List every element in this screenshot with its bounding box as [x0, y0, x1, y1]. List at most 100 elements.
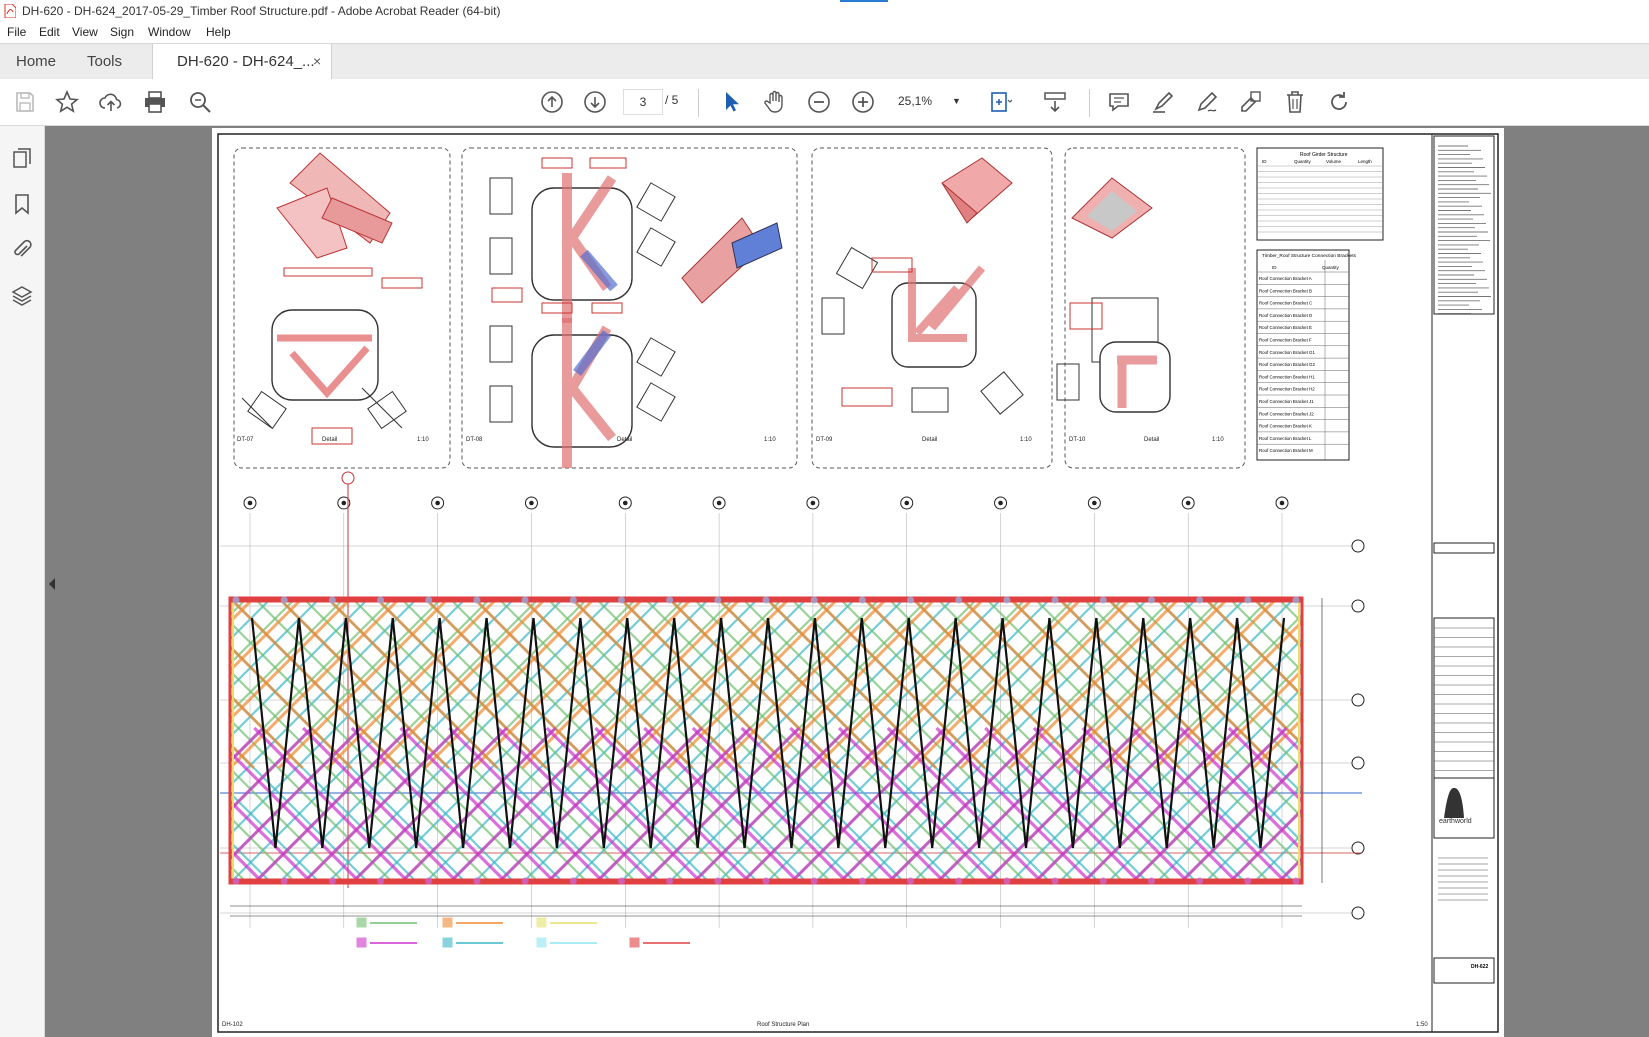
zoom-in-button[interactable] [848, 87, 878, 117]
schedule-header: ID [1262, 159, 1267, 164]
draw-button[interactable] [1192, 87, 1222, 117]
zoom-level-value: 25,1% [898, 94, 933, 108]
schedule-header: Quantity [1294, 159, 1312, 164]
zoom-search-icon [190, 92, 211, 113]
bracket-name: Roof Connection Bracket E [1259, 325, 1312, 330]
previous-page-button[interactable] [537, 87, 567, 117]
comment-button[interactable] [1104, 87, 1134, 117]
grid-bubble-dot [247, 500, 253, 506]
chevron-down-icon: ▼ [952, 96, 961, 106]
collapse-panel-icon[interactable] [49, 578, 55, 590]
cloud-upload-icon [99, 93, 122, 111]
hand-icon [764, 90, 783, 113]
detail-id: DT-09 [816, 437, 833, 443]
sheet-number: DH-622 [1471, 964, 1488, 970]
menu-window[interactable]: Window [148, 25, 191, 39]
detail-id: DT-10 [1069, 437, 1086, 443]
stamp-button[interactable] [1236, 87, 1266, 117]
beam-node [810, 596, 818, 604]
beam-node [617, 877, 625, 885]
printer-icon [145, 91, 165, 113]
upload-button[interactable] [96, 87, 126, 117]
scroll-mode-icon [1044, 92, 1066, 113]
beam-node [328, 877, 336, 885]
page-thumbnails-icon[interactable] [10, 146, 34, 170]
pdf-page: DT-07 Detail 1:10 DT-08 Detail 1:10 DT-0… [212, 128, 1504, 1037]
tab-tools[interactable]: Tools [87, 44, 122, 79]
menu-view[interactable]: View [72, 25, 98, 39]
legend-swatch [442, 937, 453, 948]
beam-node [1147, 596, 1155, 604]
schedule-header: ID [1272, 265, 1277, 270]
connection-bracket-schedule: Timber_Roof Structure Connection Bracket… [1256, 249, 1357, 461]
beam-node [955, 877, 963, 885]
delete-button[interactable] [1280, 87, 1310, 117]
legend-swatch [356, 937, 367, 948]
grid-bubble-dot [1092, 500, 1097, 506]
zoom-out-button[interactable] [804, 87, 834, 117]
beam-node [955, 596, 963, 604]
grid-bubble [1351, 539, 1365, 553]
lattice-beam [212, 728, 214, 883]
layers-icon[interactable] [10, 284, 34, 308]
beam-node [666, 877, 674, 885]
beam-node [328, 596, 336, 604]
zoom-in-icon [852, 91, 874, 113]
firm-logo-text: earthworld [1439, 818, 1472, 825]
next-page-button[interactable] [580, 87, 610, 117]
grid-bubble-dot [1279, 500, 1285, 506]
page-number-input[interactable]: 3 [623, 89, 663, 115]
toolbar: 3 / 5 25,1% ▼ [0, 79, 1649, 126]
drawing-sheet: DT-07 Detail 1:10 DT-08 Detail 1:10 DT-0… [212, 133, 1499, 1033]
toolbar-divider [1089, 89, 1090, 117]
menu-file[interactable]: File [7, 25, 26, 39]
bookmark-icon[interactable] [10, 192, 34, 216]
bookmark-star-button[interactable] [52, 87, 82, 117]
beam-node [762, 596, 770, 604]
legend-swatch [442, 917, 453, 928]
select-tool-button[interactable] [716, 87, 746, 117]
beam-node [858, 596, 866, 604]
menu-sign[interactable]: Sign [110, 25, 134, 39]
save-button[interactable] [10, 87, 40, 117]
grid-bubble [1351, 841, 1365, 855]
star-icon [55, 89, 79, 113]
beam-node [1003, 877, 1011, 885]
toolbar-divider [698, 89, 699, 117]
menu-help[interactable]: Help [206, 25, 231, 39]
print-button[interactable] [140, 87, 170, 117]
title-bar: DH-620 - DH-624_2017-05-29_Timber Roof S… [0, 0, 1649, 22]
hand-tool-button[interactable] [760, 87, 790, 117]
acrobat-app-icon [4, 4, 16, 18]
grid-bubble-dot [810, 500, 816, 506]
rotate-button[interactable] [1324, 87, 1354, 117]
beam-node [377, 877, 385, 885]
tab-document[interactable]: DH-620 - DH-624_... × [152, 44, 332, 80]
page-total: / 5 [665, 93, 679, 107]
detail-id: DT-08 [466, 437, 483, 443]
bracket-name: Roof Connection Bracket H1 [1259, 374, 1315, 379]
beam-node [1244, 596, 1252, 604]
lattice-beam [212, 728, 214, 883]
beam-node [521, 877, 529, 885]
close-tab-icon[interactable]: × [313, 53, 321, 69]
detail-label: Detail [322, 437, 337, 443]
highlight-button[interactable] [1148, 87, 1178, 117]
beam-node [280, 877, 288, 885]
bracket-name: Roof Connection Bracket G1 [1259, 350, 1315, 355]
zoom-level-select[interactable]: 25,1% ▼ [898, 89, 964, 113]
find-button[interactable] [185, 87, 215, 117]
tab-bar: Home Tools DH-620 - DH-624_... × [0, 43, 1649, 80]
schedule-title: Timber_Roof Structure Connection Bracket… [1262, 253, 1357, 259]
paperclip-icon[interactable] [10, 238, 34, 262]
tab-home[interactable]: Home [16, 44, 56, 79]
beam-node [1147, 877, 1155, 885]
menu-edit[interactable]: Edit [39, 25, 60, 39]
beam-node [617, 596, 625, 604]
zoom-out-icon [808, 91, 830, 113]
rotate-icon [1331, 92, 1347, 110]
beam-node [907, 596, 915, 604]
scroll-mode-button[interactable] [1040, 87, 1070, 117]
fit-page-button[interactable] [985, 87, 1015, 117]
bracket-name: Roof Connection Bracket D [1259, 313, 1312, 318]
